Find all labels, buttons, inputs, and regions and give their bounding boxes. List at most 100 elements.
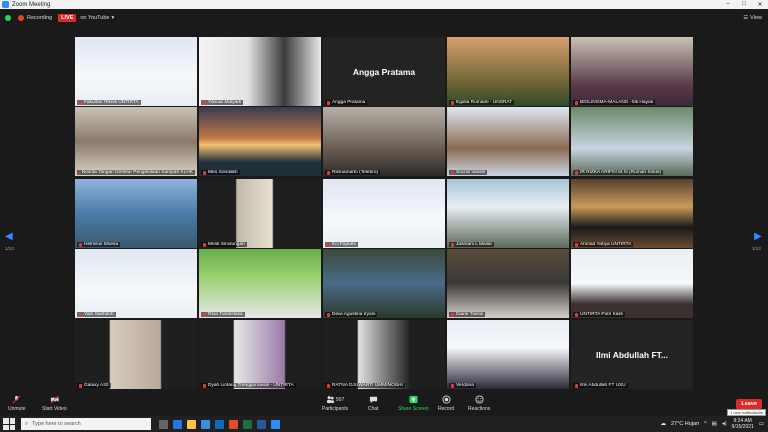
participant-tile[interactable]: Angga Pratama Angga Pratama [323, 37, 445, 106]
taskbar-apps [159, 419, 280, 429]
network-icon[interactable]: ▤ [712, 421, 717, 427]
close-icon[interactable]: ✕ [752, 1, 768, 8]
share-screen-button[interactable]: Share Screen [398, 395, 429, 412]
participant-tile[interactable]: Eci Fajriani [323, 179, 445, 248]
participant-tile[interactable]: Novrita Tarigan Direktur Pengelolaan Sam… [75, 107, 197, 176]
window-titlebar: Zoom Meeting – □ ✕ [0, 0, 768, 9]
taskbar-search-input[interactable]: ⌕ Type here to search [21, 418, 151, 430]
participant-tile[interactable]: Fakultas Teknik UNTIRTA [75, 37, 197, 106]
chat-button[interactable]: Chat [368, 395, 379, 412]
participant-tile[interactable]: RATNA DJUWARTI UMMINOSHI [323, 320, 445, 389]
clock-date: 9/15/2021 [731, 424, 754, 430]
tray-chevron-icon[interactable]: ^ [704, 421, 707, 427]
record-button[interactable]: Record [438, 395, 454, 412]
edge-icon[interactable] [173, 419, 182, 429]
participant-name-label: Dyah Lintang Trenggonowati - UNTIRTA [201, 383, 296, 388]
mail-icon[interactable] [215, 419, 224, 429]
participant-tile[interactable]: Meo Sondakh [199, 107, 321, 176]
windows-start-icon[interactable] [3, 418, 15, 430]
participant-name: Novrita Tarigan Direktur Pengelolaan Sam… [81, 170, 193, 175]
participant-tile[interactable]: Dewi Agustina Iryani [323, 249, 445, 318]
participant-tile[interactable]: Rismamarto (Telebro) [323, 107, 445, 176]
participant-name: Yani Saefuloh [84, 312, 114, 317]
unmute-button[interactable]: Unmute [8, 395, 26, 412]
minimize-icon[interactable]: – [720, 1, 736, 8]
participant-tile[interactable]: Dyah Lintang Trenggonowati - UNTIRTA [199, 320, 321, 389]
youtube-stream-dropdown[interactable]: on YouTube ▾ [80, 15, 114, 21]
participant-tile[interactable]: Verdona [447, 320, 569, 389]
participant-name: Diane Tiwow [456, 312, 484, 317]
participant-tile[interactable]: IR RIZKA ARIFIN M.Si (Rumah Sirkel) [571, 107, 693, 176]
participant-tile[interactable]: Yanuar Mulyadi [199, 37, 321, 106]
muted-mic-icon [203, 170, 206, 175]
muted-mic-icon [327, 383, 330, 388]
reactions-icon [475, 395, 484, 404]
participant-tile[interactable]: Galaxy A20 [75, 320, 197, 389]
zoom-taskbar-icon[interactable] [271, 419, 280, 429]
recording-icon [18, 14, 24, 21]
participant-tile[interactable]: Yani Saefuloh [75, 249, 197, 318]
zoom-app-icon [2, 1, 9, 8]
clock[interactable]: 9:24 AM 9/15/2021 [732, 418, 754, 430]
prev-page-number: 1/13 [5, 246, 14, 251]
participant-name-label: BIOLINGMA-MALANG -Siti Hayati [573, 100, 656, 105]
chat-icon [369, 396, 377, 404]
participants-button[interactable]: 507 Participants [322, 395, 348, 412]
participant-tile[interactable]: UNTIRTA Putri Kalis [571, 249, 693, 318]
participant-tile[interactable]: Jasmani L Mailal [447, 179, 569, 248]
participant-display-name: Ilmi Abdullah FT... [596, 349, 668, 360]
windows-taskbar: ⌕ Type here to search ☁ 27°C Hujan ^ ▤ ◂… [0, 416, 768, 432]
participant-tile[interactable]: Socrat Vassel [447, 107, 569, 176]
meeting-toolbar: Unmute Start Video 507 Participants Chat… [0, 392, 768, 416]
volume-icon[interactable]: ◂) [722, 421, 727, 427]
participant-tile[interactable]: Ilmi Abdullah FT... Ilmi Abdullah FT USU [571, 320, 693, 389]
participant-name: Angga Pratama [332, 100, 366, 105]
grid-view-icon: ☰ [743, 14, 749, 21]
word-icon[interactable] [257, 419, 266, 429]
muted-mic-icon [79, 100, 82, 105]
participant-name-label: Jasmani L Mailal [449, 242, 494, 247]
participant-name: Meo Sondakh [208, 170, 238, 175]
participant-tile[interactable]: Egidia Rumanti - UNSRAT [447, 37, 569, 106]
participant-name: Verdona [456, 383, 474, 388]
task-view-icon[interactable] [159, 419, 168, 429]
participant-tile[interactable]: Rina Tumbelaka [199, 249, 321, 318]
participant-tile[interactable]: BIOLINGMA-MALANG -Siti Hayati [571, 37, 693, 106]
weather-label[interactable]: 27°C Hujan [671, 421, 699, 427]
window-controls: – □ ✕ [720, 1, 768, 8]
next-page-arrow-icon[interactable]: ▶ [754, 231, 762, 242]
recording-label: Recording [27, 14, 53, 21]
file-explorer-icon[interactable] [187, 419, 196, 429]
start-video-button[interactable]: Start Video [42, 395, 67, 412]
chrome-icon[interactable] [229, 419, 238, 429]
participant-tile[interactable]: Helmilus Moesa [75, 179, 197, 248]
participant-tile[interactable]: Ahmad Yahya UNTIRTA [571, 179, 693, 248]
muted-mic-icon [327, 312, 330, 317]
participant-name-label: Angga Pratama [325, 100, 368, 105]
participant-name: Socrat Vassel [456, 170, 486, 175]
excel-icon[interactable] [243, 419, 252, 429]
muted-mic-icon [575, 170, 578, 175]
reactions-button[interactable]: Reactions [468, 395, 490, 412]
maximize-icon[interactable]: □ [736, 1, 752, 8]
unmute-label: Unmute [8, 406, 26, 412]
participant-tile[interactable]: Meldi Sinolungan [199, 179, 321, 248]
share-screen-label: Share Screen [398, 406, 429, 412]
search-icon: ⌕ [25, 420, 29, 427]
muted-mic-icon [327, 242, 330, 247]
participants-count: 507 [335, 396, 345, 403]
participant-name-label: Rismamarto (Telebro) [325, 170, 381, 175]
notifications-icon[interactable]: ▭ [759, 421, 764, 427]
store-icon[interactable] [201, 419, 210, 429]
chat-label: Chat [368, 406, 379, 412]
participant-tile[interactable]: Diane Tiwow [447, 249, 569, 318]
view-button[interactable]: ☰ View [743, 15, 762, 21]
prev-page-arrow-icon[interactable]: ◀ [5, 231, 13, 242]
participant-name-label: Yani Saefuloh [77, 312, 116, 317]
security-shield-icon[interactable] [5, 14, 11, 21]
participant-name: Rina Tumbelaka [208, 312, 243, 317]
muted-mic-icon [451, 100, 454, 105]
weather-icon: ☁ [660, 421, 666, 427]
leave-button[interactable]: Leave [736, 399, 762, 409]
muted-mic-icon [203, 383, 206, 388]
